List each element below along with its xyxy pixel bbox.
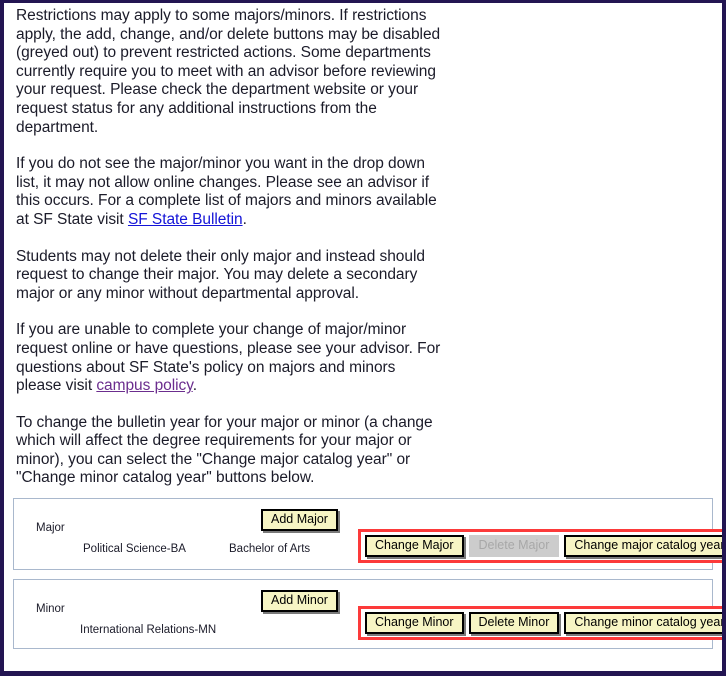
instructions-paragraph-restrictions: Restrictions may apply to some majors/mi…	[16, 7, 441, 136]
add-major-button-wrap: Add Major	[261, 509, 338, 532]
minor-action-button-group: Change Minor Delete Minor Change minor c…	[358, 606, 722, 641]
major-section-label: Major	[36, 522, 65, 535]
delete-major-button: Delete Major	[468, 535, 560, 558]
delete-minor-button[interactable]: Delete Minor	[468, 612, 560, 635]
paragraph-text-after-bulletin-link: .	[242, 210, 247, 228]
minor-section-label: Minor	[36, 603, 65, 616]
change-major-button[interactable]: Change Major	[365, 535, 464, 558]
major-action-button-group: Change Major Delete Major Change major c…	[358, 529, 722, 564]
minor-panel: Minor Add Minor International Relations-…	[13, 579, 722, 650]
instructions-paragraph-dropdown: If you do not see the major/minor you wa…	[16, 155, 444, 229]
paragraph-text-after-policy-link: .	[192, 377, 198, 395]
major-program-name: Political Science-BA	[83, 543, 186, 556]
instructions-paragraph-delete-policy: Students may not delete their only major…	[16, 247, 425, 302]
campus-policy-link[interactable]: campus policy	[96, 377, 192, 394]
instructions-paragraph-bulletin-year: To change the bulletin year for your maj…	[16, 413, 433, 487]
minor-row: Minor Add Minor International Relations-…	[14, 580, 722, 648]
add-minor-button-wrap: Add Minor	[261, 590, 338, 613]
paragraph-text-before-policy-link: If you are unable to complete your chang…	[16, 321, 441, 395]
change-major-minor-page: Restrictions may apply to some majors/mi…	[0, 0, 726, 676]
major-panel: Major Add Major Political Science-BA Bac…	[13, 498, 722, 571]
add-minor-button[interactable]: Add Minor	[261, 590, 338, 613]
change-minor-button[interactable]: Change Minor	[365, 612, 464, 635]
sf-state-bulletin-link[interactable]: SF State Bulletin	[128, 211, 243, 228]
change-major-catalog-year-button[interactable]: Change major catalog year	[564, 535, 722, 558]
major-degree-name: Bachelor of Arts	[229, 543, 311, 556]
minor-program-name: International Relations-MN	[80, 624, 217, 637]
instructions-block: Restrictions may apply to some majors/mi…	[4, 3, 722, 488]
instructions-paragraph-advisor: If you are unable to complete your chang…	[16, 321, 444, 395]
add-major-button[interactable]: Add Major	[261, 509, 338, 532]
change-minor-catalog-year-button[interactable]: Change minor catalog year	[564, 612, 722, 635]
major-row: Major Add Major Political Science-BA Bac…	[14, 499, 722, 569]
